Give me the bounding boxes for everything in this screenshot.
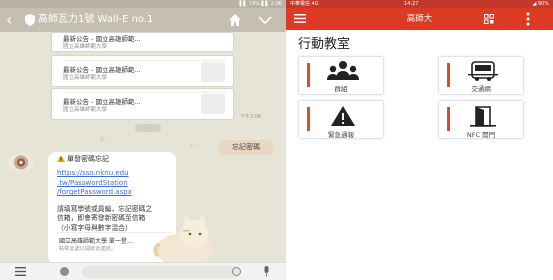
camera-icon[interactable] — [60, 267, 69, 276]
back-icon[interactable]: ‹ — [6, 10, 12, 30]
warning-icon — [57, 155, 65, 162]
announcement-card[interactable]: 最新公告 - 國立高雄師範... 國立高雄師範大學 — [51, 88, 234, 120]
section-title: 行動教室 — [298, 37, 351, 52]
group-icon — [327, 61, 359, 80]
home-icon[interactable] — [228, 13, 242, 27]
warning-icon — [331, 106, 355, 126]
chevron-down-icon[interactable] — [258, 14, 272, 26]
shield-icon — [25, 14, 35, 26]
card-divider — [63, 92, 225, 93]
announcement-card[interactable]: 最新公告 - 國立高雄師範... 國立高雄師範大學 — [51, 32, 234, 52]
reply-body: 請填寫學號或員編，忘記密碼之 信箱，即會寄發新密碼至信箱 （小寫字母與數字混合） — [57, 205, 152, 233]
tile-label: 緊急通報 — [328, 131, 354, 139]
tile-label: 交通網 — [471, 85, 491, 93]
battery-label: ◢ 90% — [532, 1, 549, 7]
tile-label: NFC 開門 — [466, 131, 496, 139]
tile-emergency[interactable]: 緊急通報 — [299, 101, 383, 139]
card-thumbnail — [201, 62, 225, 82]
carrier-label: 中華電信 4G — [290, 1, 319, 7]
link-line: https://sso.nknu.edu — [57, 169, 129, 177]
tile-accent-bar — [307, 107, 310, 131]
menu-icon[interactable] — [15, 267, 26, 276]
link-line: .tw/PasswordStation — [57, 178, 128, 187]
my-message-bubble[interactable]: 忘記密碼 — [218, 140, 274, 155]
body-line: 請填寫學號或員編，忘記密碼之 — [57, 205, 153, 213]
tile-transit[interactable]: 交通網 — [439, 57, 523, 94]
card-divider — [63, 60, 225, 61]
app-title: 高師大 — [406, 14, 433, 24]
password-reset-link[interactable]: https://sso.nknu.edu .tw/PasswordStation… — [57, 169, 132, 198]
system-indicator — [135, 124, 161, 132]
emoji-icon[interactable] — [232, 267, 241, 276]
more-options-icon[interactable] — [526, 12, 530, 26]
card-subtitle: 國立高雄師範大學 — [63, 44, 108, 50]
preview-title: 國立高雄師範大學 單一登... — [59, 238, 133, 245]
door-icon — [470, 106, 496, 127]
bus-icon — [468, 61, 498, 81]
chat-screen: ▌▌ 74% ▌▌ 2:06 ‹ 高師瓦力1號 Wall-E no.1 最新公告… — [0, 0, 286, 280]
reply-heading: 單發密碼忘記 — [67, 155, 109, 163]
tile-accent-bar — [447, 107, 450, 131]
decorative-sticker: ･ ᴥ ･ — [92, 135, 113, 145]
status-time: 14:27 — [404, 1, 419, 7]
card-subtitle: 國立高雄師範大學 — [63, 75, 108, 81]
microphone-icon[interactable] — [263, 266, 270, 277]
qr-scan-icon[interactable] — [484, 14, 494, 24]
status-bar: ▌▌ 74% ▌▌ 2:06 — [0, 0, 286, 8]
card-thumbnail — [201, 94, 225, 114]
message-input[interactable] — [82, 266, 240, 278]
app-screen: 中華電信 4G 14:27 ◢ 90% 高師大 行動教室 群組 交通網 緊急通報… — [286, 0, 553, 280]
app-header: 高師大 — [286, 8, 553, 30]
card-subtitle: 國立高雄師範大學 — [63, 107, 108, 113]
tile-nfc-door[interactable]: NFC 開門 — [439, 101, 523, 139]
decorative-sticker: ･ᴥ･ — [184, 141, 199, 151]
cat-illustration — [153, 214, 212, 267]
tile-label: 群組 — [334, 85, 348, 93]
status-bar: 中華電信 4G 14:27 ◢ 90% — [286, 0, 553, 8]
chat-title: 高師瓦力1號 Wall-E no.1 — [38, 14, 154, 25]
body-line: 信箱，即會寄發新密碼至信箱 — [57, 214, 146, 223]
hamburger-menu-icon[interactable] — [294, 14, 306, 23]
announcement-card[interactable]: 最新公告 - 國立高雄師範... 國立高雄師範大學 — [51, 55, 234, 87]
message-time: 下午2:06 — [240, 114, 262, 120]
reply-heading-row: 單發密碼忘記 — [57, 154, 109, 164]
link-line: /forgetPassword.aspx — [57, 188, 132, 196]
bot-avatar[interactable] — [8, 153, 34, 172]
preview-subtitle: 點擊此處以開啟此連結。 — [59, 246, 117, 252]
chat-input-bar — [0, 262, 286, 280]
tile-groups[interactable]: 群組 — [299, 57, 383, 94]
chat-header: ‹ 高師瓦力1號 Wall-E no.1 — [0, 8, 286, 32]
